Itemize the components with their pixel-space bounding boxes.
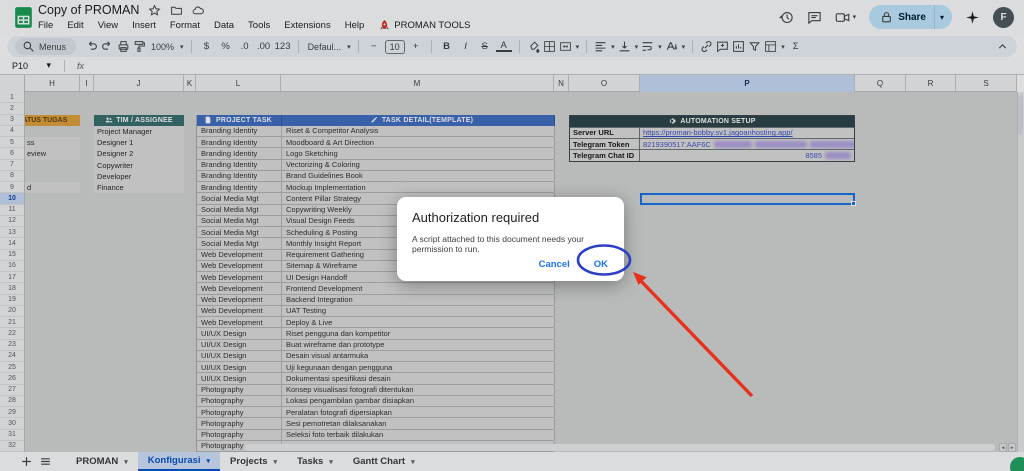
google-sheets-app: Copy of PROMAN FileEditViewInsertFormatD… bbox=[0, 0, 1024, 471]
authorization-dialog: Authorization required A script attached… bbox=[397, 197, 624, 281]
dialog-title: Authorization required bbox=[412, 210, 609, 225]
cancel-button[interactable]: Cancel bbox=[539, 259, 570, 270]
ok-button[interactable]: OK bbox=[594, 259, 608, 270]
dialog-body: A script attached to this document needs… bbox=[412, 234, 609, 254]
